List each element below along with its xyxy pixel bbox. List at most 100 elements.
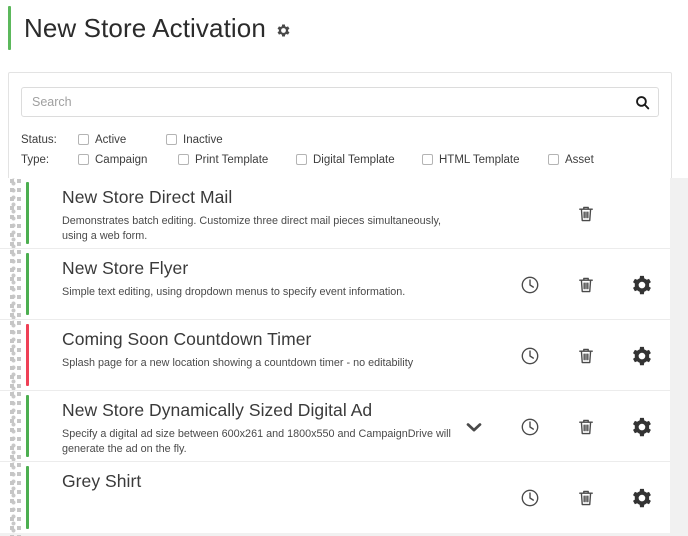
drag-handle-icon[interactable] (10, 320, 22, 406)
delete-icon (575, 203, 597, 225)
list-item[interactable]: New Store Direct Mail Demonstrates batch … (0, 178, 670, 264)
filter-label-status: Status: (21, 133, 57, 146)
list-item-description: Specify a digital ad size between 600x26… (62, 427, 451, 455)
delete-button[interactable] (558, 462, 614, 533)
list-item-body: New Store Direct Mail Demonstrates batch … (62, 178, 462, 244)
checkbox-label: Digital Template (313, 153, 395, 166)
filter-checkbox-asset[interactable]: Asset (548, 154, 594, 166)
list-item-body: New Store Flyer Simple text editing, usin… (62, 249, 462, 300)
history-icon (519, 416, 541, 438)
list-item-actions (446, 249, 670, 320)
list-item[interactable]: Coming Soon Countdown Timer Splash page f… (0, 320, 670, 406)
list-item-body: Coming Soon Countdown Timer Splash page f… (62, 320, 462, 371)
filter-checkbox-digital-template[interactable]: Digital Template (296, 154, 402, 166)
history-button[interactable] (502, 462, 558, 533)
list-item[interactable]: New Store Dynamically Sized Digital Ad Sp… (0, 391, 670, 477)
history-icon (519, 487, 541, 509)
action-slot-empty (446, 178, 502, 249)
checkbox-label: Campaign (95, 153, 148, 166)
list-item-title[interactable]: Grey Shirt (62, 471, 462, 493)
drag-handle-icon[interactable] (10, 462, 22, 536)
filter-checkbox-html-template[interactable]: HTML Template (422, 154, 528, 166)
facet-rows: Status: Active Inactive Type: Campaign P… (21, 130, 659, 169)
checkbox-label: Active (95, 133, 127, 146)
status-bar (26, 466, 29, 529)
action-slot-empty (502, 178, 558, 249)
list-item-actions (446, 178, 670, 249)
checkbox-box[interactable] (166, 134, 177, 145)
settings-button[interactable] (614, 462, 670, 533)
search-row (21, 87, 659, 117)
status-bar (26, 324, 29, 386)
item-list-inner: New Store Direct Mail Demonstrates batch … (0, 178, 670, 536)
list-item-title[interactable]: Coming Soon Countdown Timer (62, 329, 462, 351)
item-list: New Store Direct Mail Demonstrates batch … (0, 178, 688, 536)
filter-checkbox-inactive[interactable]: Inactive (166, 134, 223, 146)
checkbox-box[interactable] (78, 154, 89, 165)
page-title: New Store Activation (24, 12, 266, 43)
list-item[interactable]: Grey Shirt (0, 462, 670, 536)
search-input[interactable] (21, 87, 659, 117)
delete-button[interactable] (558, 320, 614, 391)
list-item-title[interactable]: New Store Flyer (62, 258, 462, 280)
header-accent-bar (8, 6, 11, 50)
checkbox-box[interactable] (422, 154, 433, 165)
list-item-actions (446, 320, 670, 391)
drag-handle-icon[interactable] (10, 249, 22, 335)
settings-icon (631, 416, 653, 438)
history-icon (519, 274, 541, 296)
chevron-down-button[interactable] (446, 391, 502, 462)
checkbox-box[interactable] (548, 154, 559, 165)
chevron-down-icon (463, 416, 485, 438)
checkbox-label: Print Template (195, 153, 269, 166)
gear-icon[interactable] (275, 22, 292, 39)
settings-button[interactable] (614, 320, 670, 391)
drag-handle-icon[interactable] (10, 391, 22, 477)
list-item-body: New Store Dynamically Sized Digital Ad Sp… (62, 391, 462, 457)
delete-icon (575, 274, 597, 296)
filter-row-status: Status: Active Inactive (21, 130, 659, 149)
list-item-description: Demonstrates batch editing. Customize th… (62, 214, 442, 242)
status-bar (26, 395, 29, 457)
action-slot-empty (446, 462, 502, 533)
list-item-actions (446, 391, 670, 462)
list-item[interactable]: New Store Flyer Simple text editing, usin… (0, 249, 670, 335)
list-item-body: Grey Shirt (62, 462, 462, 493)
drag-handle-icon[interactable] (10, 178, 22, 264)
filter-checkbox-campaign[interactable]: Campaign (78, 154, 158, 166)
list-item-description: Splash page for a new location showing a… (62, 356, 414, 369)
settings-icon (631, 345, 653, 367)
status-bar (26, 253, 29, 315)
settings-icon (631, 274, 653, 296)
delete-button[interactable] (558, 178, 614, 249)
filter-checkbox-active[interactable]: Active (78, 134, 146, 146)
filter-row-type: Type: Campaign Print Template Digital Te… (21, 150, 659, 169)
list-item-description: Simple text editing, using dropdown menu… (62, 285, 406, 298)
filter-checkbox-print-template[interactable]: Print Template (178, 154, 276, 166)
checkbox-label: HTML Template (439, 153, 520, 166)
settings-button[interactable] (614, 391, 670, 462)
delete-icon (575, 487, 597, 509)
history-button[interactable] (502, 249, 558, 320)
settings-button[interactable] (614, 249, 670, 320)
history-button[interactable] (502, 320, 558, 391)
search-icon[interactable] (633, 93, 651, 111)
action-slot-empty (446, 320, 502, 391)
list-item-actions (446, 462, 670, 533)
history-icon (519, 345, 541, 367)
filter-panel: Status: Active Inactive Type: Campaign P… (8, 72, 672, 181)
delete-button[interactable] (558, 249, 614, 320)
checkbox-box[interactable] (178, 154, 189, 165)
checkbox-box[interactable] (296, 154, 307, 165)
filter-label-type: Type: (21, 153, 50, 166)
list-item-title[interactable]: New Store Dynamically Sized Digital Ad (62, 400, 462, 422)
delete-icon (575, 416, 597, 438)
page-header: New Store Activation (0, 0, 688, 56)
checkbox-box[interactable] (78, 134, 89, 145)
history-button[interactable] (502, 391, 558, 462)
list-right-gutter (670, 178, 688, 536)
list-item-title[interactable]: New Store Direct Mail (62, 187, 462, 209)
delete-button[interactable] (558, 391, 614, 462)
action-slot-empty (614, 178, 670, 249)
delete-icon (575, 345, 597, 367)
